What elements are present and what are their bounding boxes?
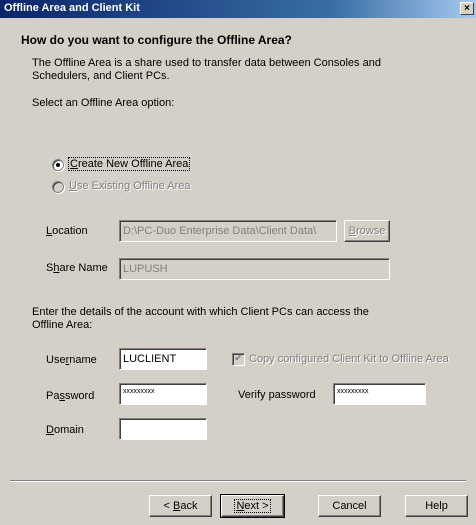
copy-client-kit-label: Copy configured Client Kit to Offline Ar… xyxy=(249,353,449,365)
cancel-label: Cancel xyxy=(332,500,367,512)
verify-password-input[interactable]: xxxxxxxxx xyxy=(333,383,426,405)
page-heading: How do you want to configure the Offline… xyxy=(21,33,292,47)
verify-password-mask: xxxxxxxxx xyxy=(337,388,369,395)
use-existing-label: Use Existing Offline Area xyxy=(69,180,191,192)
title-bar: Offline Area and Client Kit × xyxy=(0,0,476,18)
location-input[interactable] xyxy=(119,220,337,242)
account-prompt: Enter the details of the account with wh… xyxy=(32,306,369,331)
window-title: Offline Area and Client Kit xyxy=(4,2,140,14)
checkmark-icon: ✔ xyxy=(234,353,243,364)
next-button[interactable]: Next > xyxy=(220,494,285,518)
create-new-label[interactable]: Create New Offline Area xyxy=(68,157,191,171)
username-label: Username xyxy=(46,354,97,366)
cancel-button[interactable]: Cancel xyxy=(318,495,381,517)
browse-button[interactable]: Browse xyxy=(344,220,390,242)
close-icon: × xyxy=(464,3,470,14)
password-label: Password xyxy=(46,390,95,402)
share-name-label: Share Name xyxy=(46,262,108,274)
create-new-radio[interactable] xyxy=(52,159,64,171)
use-existing-label-text: se Existing Offline Area xyxy=(76,180,191,192)
footer-separator xyxy=(10,480,466,482)
next-label: ext > xyxy=(244,500,269,512)
username-input[interactable] xyxy=(119,348,207,370)
select-option-prompt: Select an Offline Area option: xyxy=(32,97,175,109)
close-button[interactable]: × xyxy=(460,2,474,15)
create-new-label-text: reate New Offline Area xyxy=(77,158,189,170)
password-mask: xxxxxxxxx xyxy=(123,388,155,395)
description-text: The Offline Area is a share used to tran… xyxy=(32,57,381,82)
verify-password-label: Verify password xyxy=(238,389,316,401)
back-label: ack xyxy=(180,500,198,512)
share-name-label-text: are Name xyxy=(59,262,108,274)
location-label-text: ocation xyxy=(52,225,88,237)
domain-input[interactable] xyxy=(119,418,207,440)
help-label: Help xyxy=(425,500,448,512)
help-button[interactable]: Help xyxy=(405,495,468,517)
password-input[interactable]: xxxxxxxxx xyxy=(119,383,207,405)
share-name-input[interactable] xyxy=(119,258,390,280)
browse-label: rowse xyxy=(356,225,386,237)
location-label: Location xyxy=(46,225,88,237)
domain-label-text: omain xyxy=(53,424,84,436)
username-label-text: name xyxy=(69,354,97,366)
back-button[interactable]: < Back xyxy=(149,495,212,517)
radio-selected-dot xyxy=(56,163,60,167)
domain-label: Domain xyxy=(46,424,84,436)
copy-client-kit-checkbox[interactable]: ✔ xyxy=(232,353,245,366)
password-label-text: sword xyxy=(64,390,95,402)
use-existing-radio[interactable] xyxy=(52,181,64,193)
